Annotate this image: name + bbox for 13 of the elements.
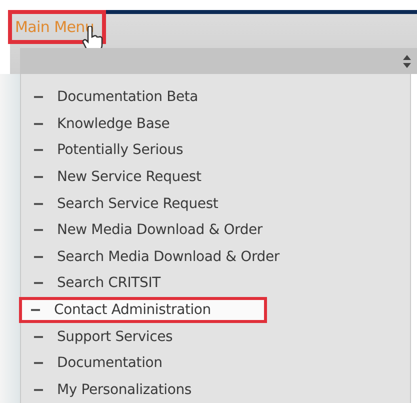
menu-item[interactable]: Contact Administration bbox=[19, 296, 267, 324]
menu-item[interactable]: Documentation Beta bbox=[25, 84, 265, 111]
menu-item[interactable]: Search Service Request bbox=[25, 190, 265, 217]
menu-item[interactable]: Support Services bbox=[25, 323, 265, 350]
menu-item[interactable]: New Service Request bbox=[25, 164, 265, 190]
menu-item[interactable]: New Media Download & Order bbox=[25, 216, 272, 244]
menu-item[interactable]: Search CRITSIT bbox=[25, 270, 265, 297]
sort-icon[interactable] bbox=[403, 54, 411, 68]
menu-item[interactable]: My Personalizations bbox=[25, 376, 265, 403]
menu-item[interactable]: Potentially Serious bbox=[25, 137, 265, 164]
menu-item[interactable]: Documentation bbox=[25, 350, 265, 377]
menu-item[interactable]: Search Media Download & Order bbox=[25, 244, 288, 270]
menu-item[interactable]: Knowledge Base bbox=[25, 110, 265, 138]
